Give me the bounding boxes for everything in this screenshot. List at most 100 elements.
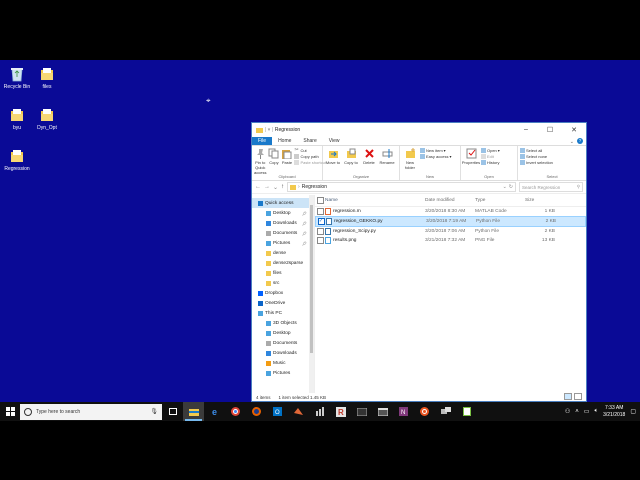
breadcrumb[interactable]: Regression xyxy=(302,184,327,190)
nav-item[interactable]: Downloads xyxy=(252,348,314,358)
desktop-icon-byu[interactable]: byu xyxy=(0,107,34,131)
file-row[interactable]: regression.m 3/20/2018 8:30 AM MATLAB Code… xyxy=(315,207,586,216)
file-checkbox[interactable] xyxy=(316,228,324,235)
edit-button[interactable]: Edit xyxy=(481,154,500,159)
pin-icon[interactable]: 📌︎ xyxy=(302,231,307,236)
nav-item[interactable]: dense2sparse xyxy=(252,258,314,268)
nav-item[interactable]: Dropbox xyxy=(252,288,314,298)
show-hidden-icons-chevron-icon[interactable]: ˄ xyxy=(575,409,579,415)
pin-icon[interactable]: 📌︎ xyxy=(302,211,307,216)
taskbar-app-bars[interactable] xyxy=(309,402,330,421)
people-icon[interactable]: ⚇ xyxy=(565,408,570,415)
taskbar-search-input[interactable]: Type here to search 🎙︎ xyxy=(20,403,162,420)
minimize-button[interactable]: – xyxy=(514,123,538,136)
nav-item[interactable]: This PC xyxy=(252,308,314,318)
large-icons-view-icon[interactable] xyxy=(574,393,582,400)
taskbar-matlab[interactable] xyxy=(288,402,309,421)
network-icon[interactable]: ▭ xyxy=(584,408,590,415)
file-row[interactable]: regression_Scipy.py 3/20/2018 7:06 AM Pyth… xyxy=(315,227,586,236)
nav-item[interactable]: Downloads 📌︎ xyxy=(252,218,314,228)
maximize-button[interactable]: ☐ xyxy=(538,123,562,136)
new-item-button[interactable]: New item ▾ xyxy=(420,148,451,153)
column-header-name[interactable]: Name xyxy=(325,198,425,203)
nav-item[interactable]: 3D Objects xyxy=(252,318,314,328)
nav-item[interactable]: Desktop xyxy=(252,328,314,338)
easy-access-button[interactable]: Easy access ▾ xyxy=(420,154,451,159)
nav-item[interactable]: Music xyxy=(252,358,314,368)
cut-button[interactable]: ✂ Cut xyxy=(294,148,326,154)
delete-button[interactable]: Delete xyxy=(361,148,377,165)
address-bar[interactable]: › Regression ⌄ ↻ xyxy=(287,182,516,192)
back-arrow-icon[interactable]: ← xyxy=(255,184,261,190)
copy-button[interactable]: Copy xyxy=(268,148,279,165)
pin-icon[interactable]: 📌︎ xyxy=(302,241,307,246)
taskbar-app-r[interactable]: R xyxy=(330,402,351,421)
select-all-checkbox[interactable] xyxy=(316,197,324,204)
select-all-button[interactable]: Select all xyxy=(520,148,553,153)
desktop-icon-files[interactable]: files xyxy=(30,66,64,90)
select-none-button[interactable]: Select none xyxy=(520,154,553,159)
taskbar-app-window[interactable] xyxy=(372,402,393,421)
action-center-icon[interactable]: ▢ xyxy=(630,408,636,415)
nav-item[interactable]: Quick access xyxy=(252,198,314,208)
pin-icon[interactable]: 📌︎ xyxy=(302,221,307,226)
taskbar-chrome[interactable] xyxy=(225,402,246,421)
taskbar-terminal[interactable] xyxy=(351,402,372,421)
taskbar-onenote[interactable]: N xyxy=(393,402,414,421)
paste-shortcut-button[interactable]: Paste shortcut xyxy=(294,160,326,165)
pin-quick-access-button[interactable]: Pin to Quick access xyxy=(254,148,266,175)
search-input[interactable]: Search Regression ⚲ xyxy=(519,182,583,192)
properties-button[interactable]: Properties xyxy=(462,148,480,165)
taskbar-firefox[interactable] xyxy=(246,402,267,421)
taskbar-edge[interactable]: e xyxy=(204,402,225,421)
nav-item[interactable]: Pictures xyxy=(252,368,314,378)
invert-selection-button[interactable]: Invert selection xyxy=(520,160,553,165)
start-button[interactable] xyxy=(0,402,20,421)
nav-item[interactable]: Documents 📌︎ xyxy=(252,228,314,238)
desktop-icon-recycle-bin[interactable]: Recycle Bin xyxy=(0,66,34,90)
taskbar-file-explorer[interactable] xyxy=(183,402,204,421)
copy-to-button[interactable]: Copy to xyxy=(343,148,359,165)
tab-home[interactable]: Home xyxy=(272,137,297,145)
paste-button[interactable]: Paste xyxy=(281,148,292,165)
nav-item[interactable]: Documents xyxy=(252,338,314,348)
file-row[interactable]: results.png 3/21/2018 7:32 AM PNG File 13 K… xyxy=(315,236,586,245)
column-header-type[interactable]: Type xyxy=(475,198,525,203)
history-button[interactable]: History xyxy=(481,160,500,165)
details-view-icon[interactable] xyxy=(564,393,572,400)
move-to-button[interactable]: Move to xyxy=(325,148,341,165)
up-arrow-icon[interactable]: ↑ xyxy=(281,184,284,190)
file-checkbox[interactable] xyxy=(316,208,324,215)
desktop-icon-dyn-opt[interactable]: Dyn_Opt xyxy=(30,107,64,131)
nav-scrollbar-thumb[interactable] xyxy=(310,205,313,353)
nav-item[interactable]: Desktop 📌︎ xyxy=(252,208,314,218)
taskbar-app-network[interactable] xyxy=(435,402,456,421)
file-checkbox[interactable]: ✓ xyxy=(317,218,325,225)
refresh-icon[interactable]: ↻ xyxy=(509,184,513,190)
address-dropdown-icon[interactable]: ⌄ xyxy=(503,184,507,190)
column-header-size[interactable]: Size xyxy=(525,198,555,203)
tab-share[interactable]: Share xyxy=(297,137,322,145)
nav-item[interactable]: src xyxy=(252,278,314,288)
quick-access-toolbar-icon[interactable]: | ▾ | xyxy=(265,127,273,133)
forward-arrow-icon[interactable]: → xyxy=(264,184,270,190)
file-row[interactable]: ✓ regression_GEKKO.py 3/20/2018 7:19 AM Pyt… xyxy=(315,216,586,227)
nav-item[interactable]: files xyxy=(252,268,314,278)
new-folder-button[interactable]: New folder xyxy=(402,148,418,170)
nav-item[interactable]: Pictures 📌︎ xyxy=(252,238,314,248)
open-button[interactable]: Open ▾ xyxy=(481,148,500,153)
tab-view[interactable]: View xyxy=(323,137,346,145)
rename-button[interactable]: Rename xyxy=(379,148,395,165)
ribbon-expand-icon[interactable]: ⌄ xyxy=(567,139,577,145)
microphone-icon[interactable]: 🎙︎ xyxy=(150,408,158,415)
clock[interactable]: 7:33 AM 3/21/2018 xyxy=(603,405,625,419)
nav-item[interactable]: OneDrive xyxy=(252,298,314,308)
taskbar-notepad[interactable] xyxy=(456,402,477,421)
taskbar-ubuntu[interactable] xyxy=(414,402,435,421)
desktop-icon-regression[interactable]: Regression xyxy=(0,148,34,172)
help-icon[interactable]: ? xyxy=(577,138,583,144)
nav-scrollbar[interactable] xyxy=(309,195,314,393)
nav-item[interactable]: dense xyxy=(252,248,314,258)
close-button[interactable]: ✕ xyxy=(562,123,586,136)
column-header-date[interactable]: Date modified xyxy=(425,198,475,203)
